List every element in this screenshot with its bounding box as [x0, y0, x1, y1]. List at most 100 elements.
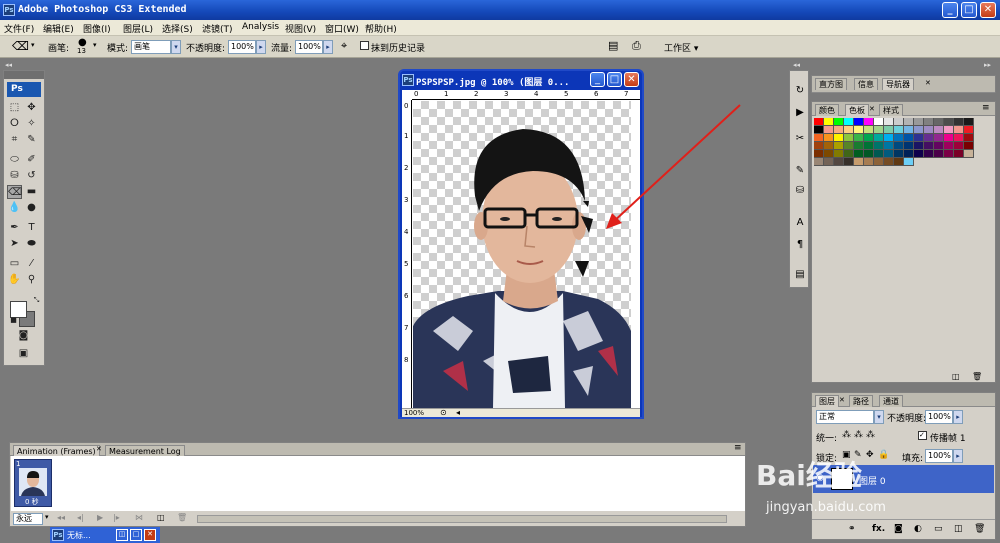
color-swatch[interactable] [854, 134, 864, 142]
clone-stamp-icon[interactable]: ⛁ [7, 169, 22, 183]
color-swatch[interactable] [924, 118, 934, 126]
color-swatch[interactable] [904, 150, 914, 158]
unify-style-icon[interactable]: ⁂ [866, 430, 875, 440]
color-swatch[interactable] [964, 126, 974, 134]
color-swatch[interactable] [914, 126, 924, 134]
color-swatch[interactable] [844, 118, 854, 126]
color-swatch[interactable] [844, 134, 854, 142]
doc-close-button[interactable]: ✕ [624, 72, 639, 87]
menu-filter[interactable]: 滤镜(T) [202, 22, 233, 35]
scroll-left-icon[interactable]: ◂ [456, 408, 460, 417]
color-swatch[interactable] [884, 150, 894, 158]
color-swatch[interactable] [864, 150, 874, 158]
erase-history-checkbox[interactable] [360, 41, 369, 50]
healing-brush-icon[interactable]: ⬭ [7, 153, 22, 167]
vertical-ruler[interactable]: 0 1 2 3 4 5 6 7 8 [402, 100, 412, 408]
color-swatch[interactable] [844, 150, 854, 158]
bridge-icon[interactable]: ⎙ [632, 39, 641, 53]
color-swatch[interactable] [924, 142, 934, 150]
menu-file[interactable]: 文件(F) [4, 22, 34, 35]
play-icon[interactable]: ▶ [97, 513, 103, 522]
color-swatch[interactable] [864, 158, 874, 166]
close-tab-icon[interactable]: ✕ [869, 105, 875, 113]
color-swatch[interactable] [814, 158, 824, 166]
status-menu-icon[interactable]: ⊙ [440, 408, 447, 417]
menu-analysis[interactable]: Analysis [242, 22, 279, 32]
close-tab-icon[interactable]: ✕ [839, 396, 845, 404]
tab-styles[interactable]: 样式 [879, 104, 903, 116]
color-swatch[interactable] [904, 118, 914, 126]
magic-wand-icon[interactable]: ✧ [24, 117, 39, 131]
menu-edit[interactable]: 编辑(E) [43, 22, 74, 35]
blend-mode-select[interactable]: 正常 [816, 410, 874, 424]
color-swatch[interactable] [944, 142, 954, 150]
color-swatch[interactable] [824, 158, 834, 166]
marquee-tool-icon[interactable]: ⬚ [7, 101, 22, 115]
menu-view[interactable]: 视图(V) [285, 22, 316, 35]
color-swatch[interactable] [864, 134, 874, 142]
color-swatch[interactable] [894, 158, 904, 166]
color-swatch[interactable] [824, 134, 834, 142]
history-brush-icon[interactable]: ↺ [24, 169, 39, 183]
brush-tool-icon[interactable]: ✐ [24, 153, 39, 167]
color-swatch[interactable] [964, 134, 974, 142]
tab-navigator[interactable]: 导航器 [882, 78, 914, 90]
collapse-dock-icon[interactable]: ◂◂ [793, 61, 800, 69]
path-select-icon[interactable]: ➤ [7, 237, 22, 251]
color-swatch[interactable] [964, 142, 974, 150]
color-swatch[interactable] [874, 158, 884, 166]
color-swatch[interactable] [904, 158, 914, 166]
animation-frame[interactable]: 1 0 秒 [14, 459, 52, 507]
color-swatch[interactable] [914, 150, 924, 158]
menu-select[interactable]: 选择(S) [162, 22, 193, 35]
color-swatch[interactable] [854, 142, 864, 150]
unify-visibility-icon[interactable]: ⁂ [854, 430, 863, 440]
duplicate-frame-icon[interactable]: ◫ [157, 513, 165, 522]
quick-mask-icon[interactable]: ◙ [16, 329, 31, 343]
color-swatch[interactable] [824, 126, 834, 134]
color-swatch[interactable] [884, 142, 894, 150]
paragraph-panel-icon[interactable]: ¶ [792, 237, 808, 253]
close-tab-icon[interactable]: ✕ [925, 79, 931, 87]
color-swatch[interactable] [834, 150, 844, 158]
color-swatch[interactable] [824, 150, 834, 158]
shape-tool-icon[interactable]: ⬬ [24, 237, 39, 251]
menu-window[interactable]: 窗口(W) [325, 22, 359, 35]
color-swatch[interactable] [874, 126, 884, 134]
color-swatch[interactable] [914, 118, 924, 126]
tween-icon[interactable]: ⋈ [135, 513, 143, 522]
color-swatch[interactable] [874, 150, 884, 158]
loop-select[interactable]: 永远 [13, 513, 43, 525]
color-swatch[interactable] [874, 142, 884, 150]
panel-menu-icon[interactable]: ≡ [982, 103, 990, 113]
hand-tool-icon[interactable]: ✋ [7, 273, 22, 287]
unify-position-icon[interactable]: ⁂ [842, 430, 851, 440]
airbrush-icon[interactable]: ⌖ [341, 39, 347, 53]
new-swatch-icon[interactable]: ◫ [952, 372, 960, 381]
color-swatch[interactable] [924, 150, 934, 158]
color-swatch[interactable] [834, 158, 844, 166]
color-swatch[interactable] [844, 142, 854, 150]
color-swatch[interactable] [814, 150, 824, 158]
color-swatch[interactable] [854, 118, 864, 126]
color-swatch[interactable] [914, 134, 924, 142]
eyedropper-icon[interactable]: ⁄ [24, 257, 39, 271]
tab-info[interactable]: 信息 [854, 78, 878, 90]
brush-picker-chevron-icon[interactable]: ▾ [93, 41, 97, 49]
chevron-down-icon[interactable]: ▾ [31, 41, 35, 49]
color-swatch[interactable] [914, 142, 924, 150]
propagate-checkbox[interactable]: ✓ [918, 431, 927, 440]
eyedropper-tool-icon[interactable]: ✎ [24, 133, 39, 147]
color-swatch[interactable] [864, 142, 874, 150]
color-swatch[interactable] [884, 118, 894, 126]
color-swatch[interactable] [894, 118, 904, 126]
menu-help[interactable]: 帮助(H) [365, 22, 397, 35]
color-swatch[interactable] [924, 126, 934, 134]
default-colors-icon[interactable]: ■ [6, 313, 21, 327]
dodge-tool-icon[interactable]: ● [24, 201, 39, 215]
delete-swatch-icon[interactable]: 🗑 [972, 372, 982, 381]
screen-mode-icon[interactable]: ▣ [16, 347, 31, 361]
opacity-slider-icon[interactable]: ▸ [256, 40, 266, 54]
character-panel-icon[interactable]: A [792, 215, 808, 231]
maximize-button[interactable]: □ [961, 2, 977, 18]
